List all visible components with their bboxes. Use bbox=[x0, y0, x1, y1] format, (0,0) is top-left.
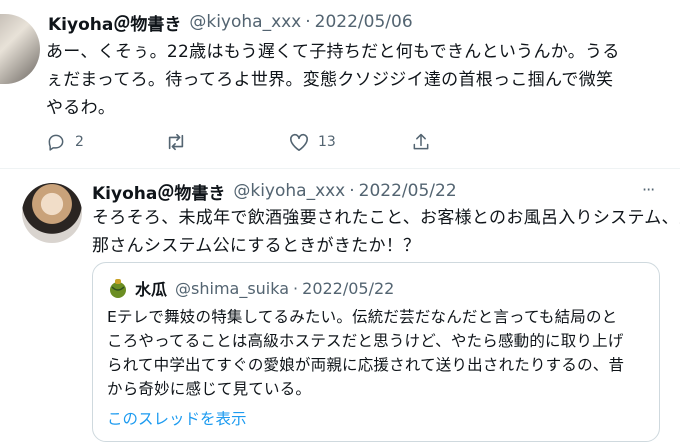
avatar[interactable] bbox=[22, 183, 82, 243]
watermelon-avatar-icon bbox=[107, 277, 129, 299]
tweet-text-line: そろそろ、未成年で飲酒強要されたこと、お客様とのお風呂入りシステム、旦 bbox=[92, 208, 680, 228]
quote-header: 水瓜 @shima_suika · 2022/05/22 bbox=[107, 275, 394, 301]
reply-count: 2 bbox=[75, 134, 84, 150]
tweet-text: そろそろ、未成年で飲酒強要されたこと、お客様とのお風呂入りシステム、旦 那さんシ… bbox=[92, 204, 680, 260]
tweet-text-line: やるわ。 bbox=[46, 98, 116, 118]
tweet-text-line: ぇだまってろ。待ってろよ世界。変態クソジジイ達の首根っこ掴んで微笑 bbox=[46, 70, 614, 90]
divider bbox=[0, 168, 680, 169]
quote-author-name[interactable]: 水瓜 bbox=[135, 276, 167, 300]
separator: · bbox=[293, 278, 299, 298]
tweet-actions: 2 13 bbox=[46, 132, 446, 156]
reply-button[interactable]: 2 bbox=[46, 132, 84, 152]
tweet-header: Kiyoha＠物書き @kiyoha_xxx · 2022/05/22 bbox=[92, 178, 457, 204]
like-icon bbox=[288, 132, 310, 152]
author-handle[interactable]: @kiyoha_xxx bbox=[189, 12, 301, 32]
tweet-date[interactable]: 2022/05/06 bbox=[315, 12, 413, 32]
quote-text-line: られて中学出てすぐの愛娘が両親に応援されて送り出されたりするの、昔 bbox=[107, 356, 625, 374]
separator: · bbox=[305, 12, 311, 32]
avatar[interactable] bbox=[0, 14, 40, 84]
quote-text-line: Eテレで舞妓の特集してるみたい。伝統だ芸だなんだと言っても結局のと bbox=[107, 308, 618, 326]
tweet-text-line: 那さんシステム公にするときがきたか！？ bbox=[92, 236, 421, 256]
show-thread-link[interactable]: このスレッドを表示 bbox=[107, 407, 247, 429]
quote-text-line: ころやってることは高級ホステスだと思うけど、やたら感動的に取り上げ bbox=[107, 332, 624, 350]
like-count: 13 bbox=[318, 134, 336, 150]
retweet-button[interactable] bbox=[165, 132, 195, 152]
author-name[interactable]: Kiyoha＠物書き bbox=[48, 10, 181, 35]
share-icon bbox=[411, 132, 431, 152]
tweet-header: Kiyoha＠物書き @kiyoha_xxx · 2022/05/06 bbox=[48, 8, 413, 36]
author-name[interactable]: Kiyoha＠物書き bbox=[92, 179, 225, 204]
retweet-icon bbox=[165, 132, 187, 152]
tweet-date[interactable]: 2022/05/22 bbox=[359, 181, 457, 201]
reply-icon bbox=[46, 132, 66, 152]
quote-text: Eテレで舞妓の特集してるみたい。伝統だ芸だなんだと言っても結局のと ころやってる… bbox=[107, 305, 647, 401]
quote-date[interactable]: 2022/05/22 bbox=[302, 279, 394, 298]
like-button[interactable]: 13 bbox=[288, 132, 336, 152]
tweet-text: あー、くそぅ。22歳はもう遅くて子持ちだと何もできんというんか。うる ぇだまって… bbox=[46, 38, 680, 122]
tweet-text-line: あー、くそぅ。22歳はもう遅くて子持ちだと何もできんというんか。うる bbox=[46, 42, 620, 62]
more-icon[interactable]: ··· bbox=[642, 180, 655, 199]
author-handle[interactable]: @kiyoha_xxx bbox=[233, 181, 345, 201]
quote-author-handle[interactable]: @shima_suika bbox=[175, 279, 289, 298]
share-button[interactable] bbox=[411, 132, 431, 152]
quote-text-line: から奇妙に感じて見ている。 bbox=[107, 380, 312, 398]
separator: · bbox=[349, 181, 355, 201]
quote-tweet[interactable]: 水瓜 @shima_suika · 2022/05/22 Eテレで舞妓の特集して… bbox=[92, 262, 660, 442]
